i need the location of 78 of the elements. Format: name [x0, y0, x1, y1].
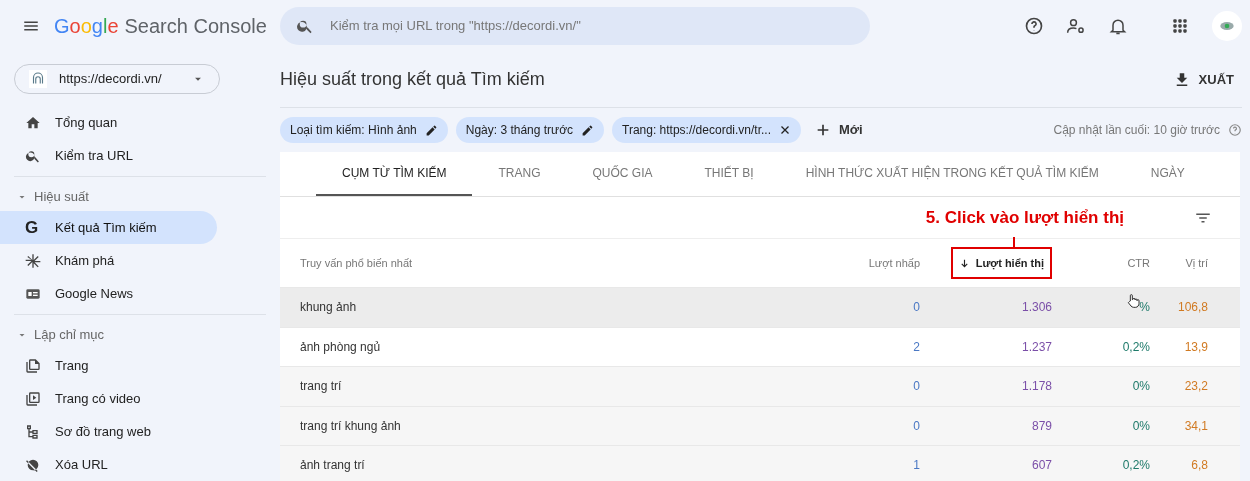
pages-icon: [25, 357, 41, 374]
g-letter-icon: G: [25, 219, 41, 236]
column-header[interactable]: Lượt hiển thị: [950, 246, 1052, 280]
tab[interactable]: QUỐC GIA: [566, 152, 679, 196]
table-cell-text: 0%: [1132, 378, 1150, 396]
table-cell-text: 0,2%: [1122, 338, 1150, 356]
help-icon[interactable]: [1024, 16, 1044, 36]
site-icon: [29, 70, 47, 88]
table-cell-text: 1.306: [1021, 299, 1052, 317]
sidebar-item[interactable]: Trang có video: [0, 382, 217, 415]
sitemap-icon: [25, 423, 41, 440]
pencil-icon[interactable]: [424, 123, 438, 137]
user-settings-icon[interactable]: [1066, 16, 1086, 36]
section-header[interactable]: Hiệu suất: [14, 183, 266, 211]
table-cell-text: 607: [1031, 457, 1052, 475]
table-row[interactable]: ảnh trang trí 1 607 0,2% 6,8: [280, 445, 1240, 481]
table-cell-text: 2: [913, 338, 920, 356]
pencil-icon[interactable]: [581, 123, 595, 137]
sidebar-item[interactable]: Sơ đồ trang web: [0, 415, 217, 448]
table-cell-text: 23,2: [1184, 378, 1208, 396]
sidebar-item[interactable]: Khám phá: [0, 244, 217, 277]
asterisk-icon: [25, 252, 41, 269]
table-row[interactable]: trang trí 0 1.178 0% 23,2: [280, 366, 1240, 406]
tab[interactable]: THIẾT BỊ: [678, 152, 780, 196]
table-row[interactable]: khung ảnh 0 1.306 % 106,8: [280, 287, 1240, 327]
filter-chip[interactable]: Ngày: 3 tháng trước: [455, 117, 605, 143]
sort-arrow-icon: [958, 257, 970, 269]
column-header[interactable]: CTR: [1127, 254, 1150, 272]
table-cell-text: trang trí: [300, 378, 342, 396]
sidebar-item[interactable]: Google News: [0, 277, 217, 310]
search-field[interactable]: Kiểm tra mọi URL trong "https://decordi.vn/": [330, 16, 854, 36]
tab[interactable]: HÌNH THỨC XUẤT HIỆN TRONG KẾT QUẢ TÌM KIẾM: [779, 152, 1125, 196]
table-cell-text: 106,8: [1177, 299, 1208, 317]
table-cell-text: 34,1: [1184, 417, 1208, 435]
sidebar-item[interactable]: Tổng quan: [0, 106, 217, 139]
video-icon: [25, 390, 41, 407]
column-header[interactable]: Lượt nhấp: [868, 254, 920, 272]
home-icon: [25, 114, 41, 131]
tab[interactable]: CỤM TỪ TÌM KIẾM: [316, 152, 473, 196]
table-cell-text: 0%: [1132, 417, 1150, 435]
table-cell-text: trang trí khung ảnh: [300, 417, 401, 435]
logo: Google Search Console: [54, 14, 267, 39]
column-header: Truy vấn phổ biến nhất: [300, 255, 413, 271]
tab[interactable]: NGÀY: [1124, 152, 1211, 196]
table-cell-text: 0: [913, 417, 920, 435]
table-cell-text: 879: [1031, 417, 1052, 435]
export-button[interactable]: XUẤT: [1172, 69, 1242, 90]
table-cell: %: [1139, 298, 1150, 317]
table-cell-text: ảnh phòng ngủ: [300, 338, 381, 356]
last-updated-text: Cập nhật lần cuối: 10 giờ trước: [1053, 122, 1220, 139]
sidebar-item[interactable]: Trang: [0, 349, 217, 382]
search-bar[interactable]: Kiểm tra mọi URL trong "https://decordi.vn/": [280, 7, 870, 45]
annotation-text: 5. Click vào lượt hiển thị: [925, 206, 1124, 229]
table-cell-text: 13,9: [1184, 338, 1208, 356]
table-cell-text: 0: [913, 378, 920, 396]
table-cell-text: 1: [913, 457, 920, 475]
plus-icon: [815, 122, 831, 138]
tab[interactable]: TRANG: [472, 152, 567, 196]
table-cell-text: 1.178: [1021, 378, 1052, 396]
new-filter-button[interactable]: Mới: [815, 120, 863, 140]
table-cell-text: 0: [913, 299, 920, 317]
column-header[interactable]: Vị trí: [1185, 254, 1208, 272]
sidebar-item[interactable]: Kiểm tra URL: [0, 139, 217, 172]
apps-grid-icon[interactable]: [1170, 16, 1190, 36]
table-cell-text: khung ảnh: [300, 299, 357, 317]
filter-chip[interactable]: Loại tìm kiếm: Hình ảnh: [280, 117, 448, 143]
table-row[interactable]: trang trí khung ảnh 0 879 0% 34,1: [280, 405, 1240, 445]
sidebar-item[interactable]: G Kết quả Tìm kiếm: [0, 211, 217, 244]
sidebar-item[interactable]: Xóa URL: [0, 448, 217, 481]
leader-line: [1013, 236, 1015, 249]
page-title: Hiệu suất trong kết quả Tìm kiếm: [280, 68, 545, 91]
filter-chip[interactable]: Trang: https://decordi.vn/tr...: [612, 117, 801, 143]
close-icon[interactable]: [779, 124, 791, 136]
table-cell-text: 0,2%: [1122, 457, 1150, 475]
table-cell-text: 6,8: [1191, 457, 1208, 475]
table-cell-text: 1.237: [1021, 338, 1052, 356]
section-header[interactable]: Lập chỉ mục: [14, 321, 266, 349]
table-cell-text: ảnh trang trí: [300, 457, 365, 475]
